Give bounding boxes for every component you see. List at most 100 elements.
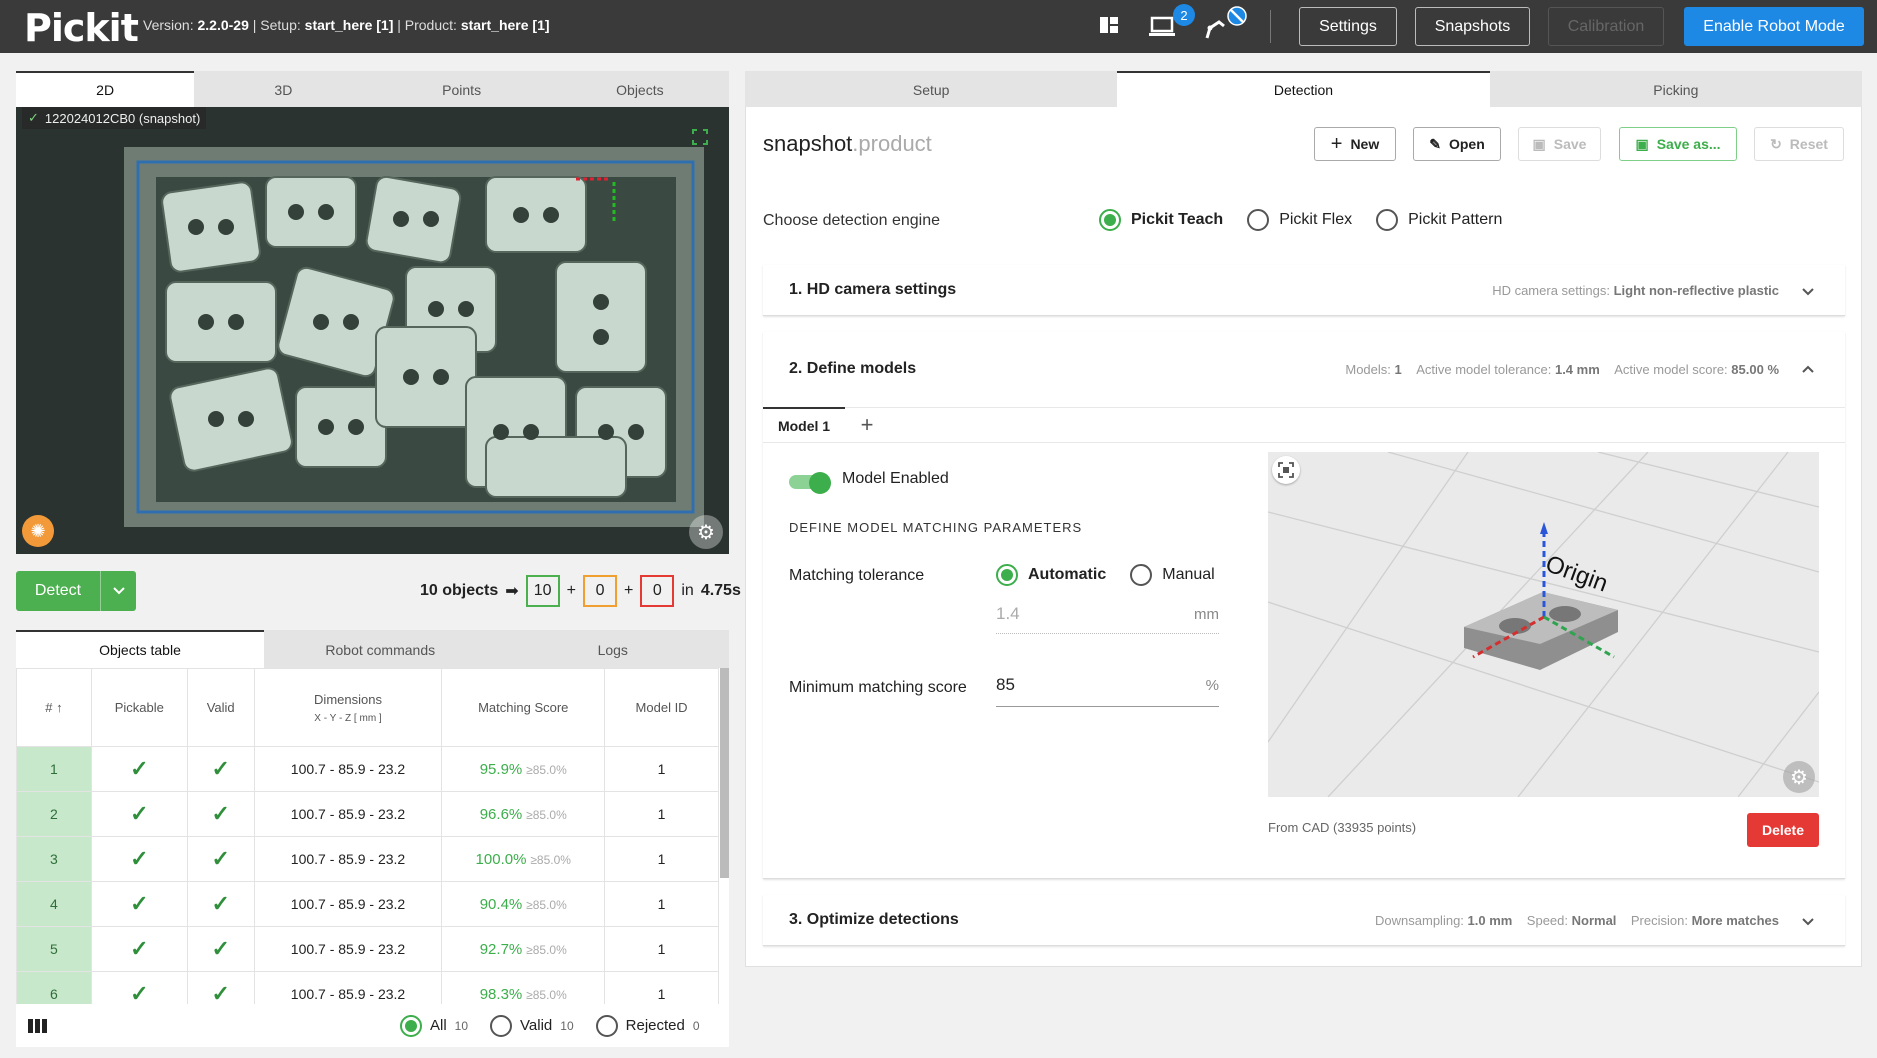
- product-title: snapshot.product: [763, 131, 932, 156]
- fit-view-icon[interactable]: [1272, 456, 1300, 484]
- view-settings-gear-icon[interactable]: ⚙: [689, 515, 723, 549]
- row-id: 5: [16, 926, 92, 972]
- snapshots-button[interactable]: Snapshots: [1415, 7, 1530, 46]
- camera-view[interactable]: ✓ 122024012CB0 (snapshot) ✺ ⚙: [16, 107, 729, 554]
- min-score-input[interactable]: 85 %: [996, 675, 1219, 707]
- table-row[interactable]: 2 ✓ ✓ 100.7 - 85.9 - 23.2 96.6% ≥85.0% 1: [16, 791, 719, 837]
- tab-robot-commands[interactable]: Robot commands: [264, 630, 497, 668]
- row-id: 4: [16, 881, 92, 927]
- engine-flex-label[interactable]: Pickit Flex: [1279, 211, 1352, 229]
- save-product-button[interactable]: ▣ Save: [1518, 127, 1601, 161]
- filter-valid[interactable]: Valid 10: [490, 1014, 574, 1037]
- engine-teach-radio[interactable]: [1099, 209, 1121, 231]
- tab-objects[interactable]: Objects: [551, 71, 729, 107]
- settings-button[interactable]: Settings: [1299, 7, 1397, 46]
- header-valid[interactable]: Valid: [186, 668, 255, 747]
- matching-tolerance-label: Matching tolerance: [789, 567, 925, 584]
- table-row[interactable]: 4 ✓ ✓ 100.7 - 85.9 - 23.2 90.4% ≥85.0% 1: [16, 881, 719, 927]
- detection-summary: 10 objects ➡ 10 + 0 + 0 in 4.75s: [420, 575, 741, 607]
- header-dimensions[interactable]: Dimensions X - Y - Z [ mm ]: [253, 668, 443, 747]
- table-row[interactable]: 1 ✓ ✓ 100.7 - 85.9 - 23.2 95.9% ≥85.0% 1: [16, 746, 719, 792]
- header-matching-score[interactable]: Matching Score: [441, 668, 606, 747]
- tab-3d[interactable]: 3D: [194, 71, 372, 107]
- row-dimensions: 100.7 - 85.9 - 23.2: [253, 881, 443, 927]
- add-model-plus-icon[interactable]: +: [845, 407, 889, 443]
- tab-model-1[interactable]: Model 1: [763, 407, 845, 443]
- calibration-button[interactable]: Calibration: [1548, 7, 1664, 46]
- valid-check-icon: ✓: [186, 746, 255, 792]
- reset-icon: ↻: [1770, 135, 1782, 152]
- objects-filter-bar: All 10 Valid 10 Rejected 0: [16, 1004, 729, 1047]
- header-model-id[interactable]: Model ID: [604, 668, 719, 747]
- table-scrollbar[interactable]: [720, 668, 729, 878]
- detection-time: 4.75s: [700, 582, 741, 599]
- table-row[interactable]: 3 ✓ ✓ 100.7 - 85.9 - 23.2 100.0% ≥85.0% 1: [16, 836, 719, 882]
- engine-flex-radio[interactable]: [1247, 209, 1270, 231]
- enable-robot-mode-button[interactable]: Enable Robot Mode: [1684, 7, 1864, 46]
- delete-model-button[interactable]: Delete: [1747, 813, 1819, 847]
- tab-2d[interactable]: 2D: [16, 71, 195, 107]
- row-dimensions: 100.7 - 85.9 - 23.2: [253, 971, 443, 1004]
- optimize-detections-section[interactable]: 3. Optimize detections Downsampling: 1.0…: [763, 895, 1845, 946]
- engine-pattern-radio[interactable]: [1376, 209, 1399, 231]
- fullscreen-icon[interactable]: [692, 129, 708, 145]
- config-tabs: Setup Detection Picking: [745, 71, 1862, 107]
- chevron-down-icon[interactable]: [1801, 284, 1815, 298]
- tab-points[interactable]: Points: [373, 71, 551, 107]
- detect-button[interactable]: Detect: [16, 571, 100, 611]
- bin-snapshot-image: [16, 107, 729, 554]
- filter-all[interactable]: All 10: [400, 1014, 468, 1037]
- row-score: 95.9% ≥85.0%: [441, 746, 606, 792]
- table-row[interactable]: 6 ✓ ✓ 100.7 - 85.9 - 23.2 98.3% ≥85.0% 1: [16, 971, 719, 1004]
- arrow-right-icon: ➡: [505, 583, 519, 600]
- valid-check-icon: ✓: [186, 881, 255, 927]
- save-as-icon: ▣: [1635, 135, 1649, 152]
- row-score: 90.4% ≥85.0%: [441, 881, 606, 927]
- valid-check-icon: ✓: [186, 791, 255, 837]
- version-value: 2.2.0-29: [197, 17, 249, 33]
- version-info: Version: 2.2.0-29 | Setup: start_here [1…: [143, 17, 550, 33]
- filter-all-radio[interactable]: [400, 1014, 422, 1037]
- blocked-icon: [1227, 6, 1247, 26]
- row-dimensions: 100.7 - 85.9 - 23.2: [253, 836, 443, 882]
- objects-count: 10 objects: [420, 582, 499, 599]
- robot-arm-icon[interactable]: [1202, 14, 1228, 40]
- model-enabled-toggle[interactable]: [789, 472, 831, 494]
- objects-table: # ↑ Pickable Valid Dimensions X - Y - Z […: [16, 668, 719, 1004]
- save-as-product-button[interactable]: ▣ Save as...: [1619, 127, 1737, 161]
- camera-device-icon[interactable]: [1148, 14, 1176, 38]
- detect-dropdown-chevron-icon[interactable]: [100, 571, 136, 611]
- tolerance-input[interactable]: 1.4 mm: [996, 604, 1219, 634]
- tolerance-automatic-radio[interactable]: [996, 564, 1018, 586]
- model-3d-viewer[interactable]: Origin ⚙: [1268, 452, 1819, 797]
- header-pickable[interactable]: Pickable: [90, 668, 188, 747]
- columns-icon[interactable]: [28, 1018, 48, 1033]
- row-model-id: 1: [604, 971, 719, 1004]
- new-product-button[interactable]: + New: [1314, 127, 1396, 161]
- row-dimensions: 100.7 - 85.9 - 23.2: [253, 926, 443, 972]
- open-product-button[interactable]: ✎ Open: [1413, 127, 1501, 161]
- tab-objects-table[interactable]: Objects table: [16, 630, 264, 668]
- filter-rejected-radio[interactable]: [595, 1014, 618, 1037]
- capture-icon[interactable]: ✺: [22, 515, 54, 547]
- tab-detection[interactable]: Detection: [1117, 71, 1490, 107]
- reset-product-button[interactable]: ↻ Reset: [1754, 127, 1844, 161]
- engine-teach-label[interactable]: Pickit Teach: [1131, 211, 1223, 229]
- tolerance-mode: Automatic Manual: [996, 564, 1215, 586]
- hd-camera-settings-section[interactable]: 1. HD camera settings HD camera settings…: [763, 265, 1845, 316]
- tab-picking[interactable]: Picking: [1490, 71, 1862, 107]
- tab-setup[interactable]: Setup: [745, 71, 1117, 107]
- filter-rejected[interactable]: Rejected 0: [595, 1014, 700, 1037]
- model-preview: Origin: [1268, 452, 1819, 797]
- pickable-check-icon: ✓: [90, 836, 188, 882]
- filter-valid-radio[interactable]: [490, 1014, 513, 1037]
- tolerance-manual-radio[interactable]: [1130, 564, 1153, 586]
- viewer-settings-gear-icon[interactable]: ⚙: [1783, 761, 1815, 793]
- layout-icon[interactable]: [1098, 14, 1120, 36]
- table-row[interactable]: 5 ✓ ✓ 100.7 - 85.9 - 23.2 92.7% ≥85.0% 1: [16, 926, 719, 972]
- header-id[interactable]: # ↑: [16, 668, 92, 747]
- engine-pattern-label[interactable]: Pickit Pattern: [1408, 211, 1502, 229]
- chevron-down-icon[interactable]: [1801, 914, 1815, 928]
- chevron-up-icon[interactable]: [1801, 363, 1815, 377]
- tab-logs[interactable]: Logs: [497, 630, 730, 668]
